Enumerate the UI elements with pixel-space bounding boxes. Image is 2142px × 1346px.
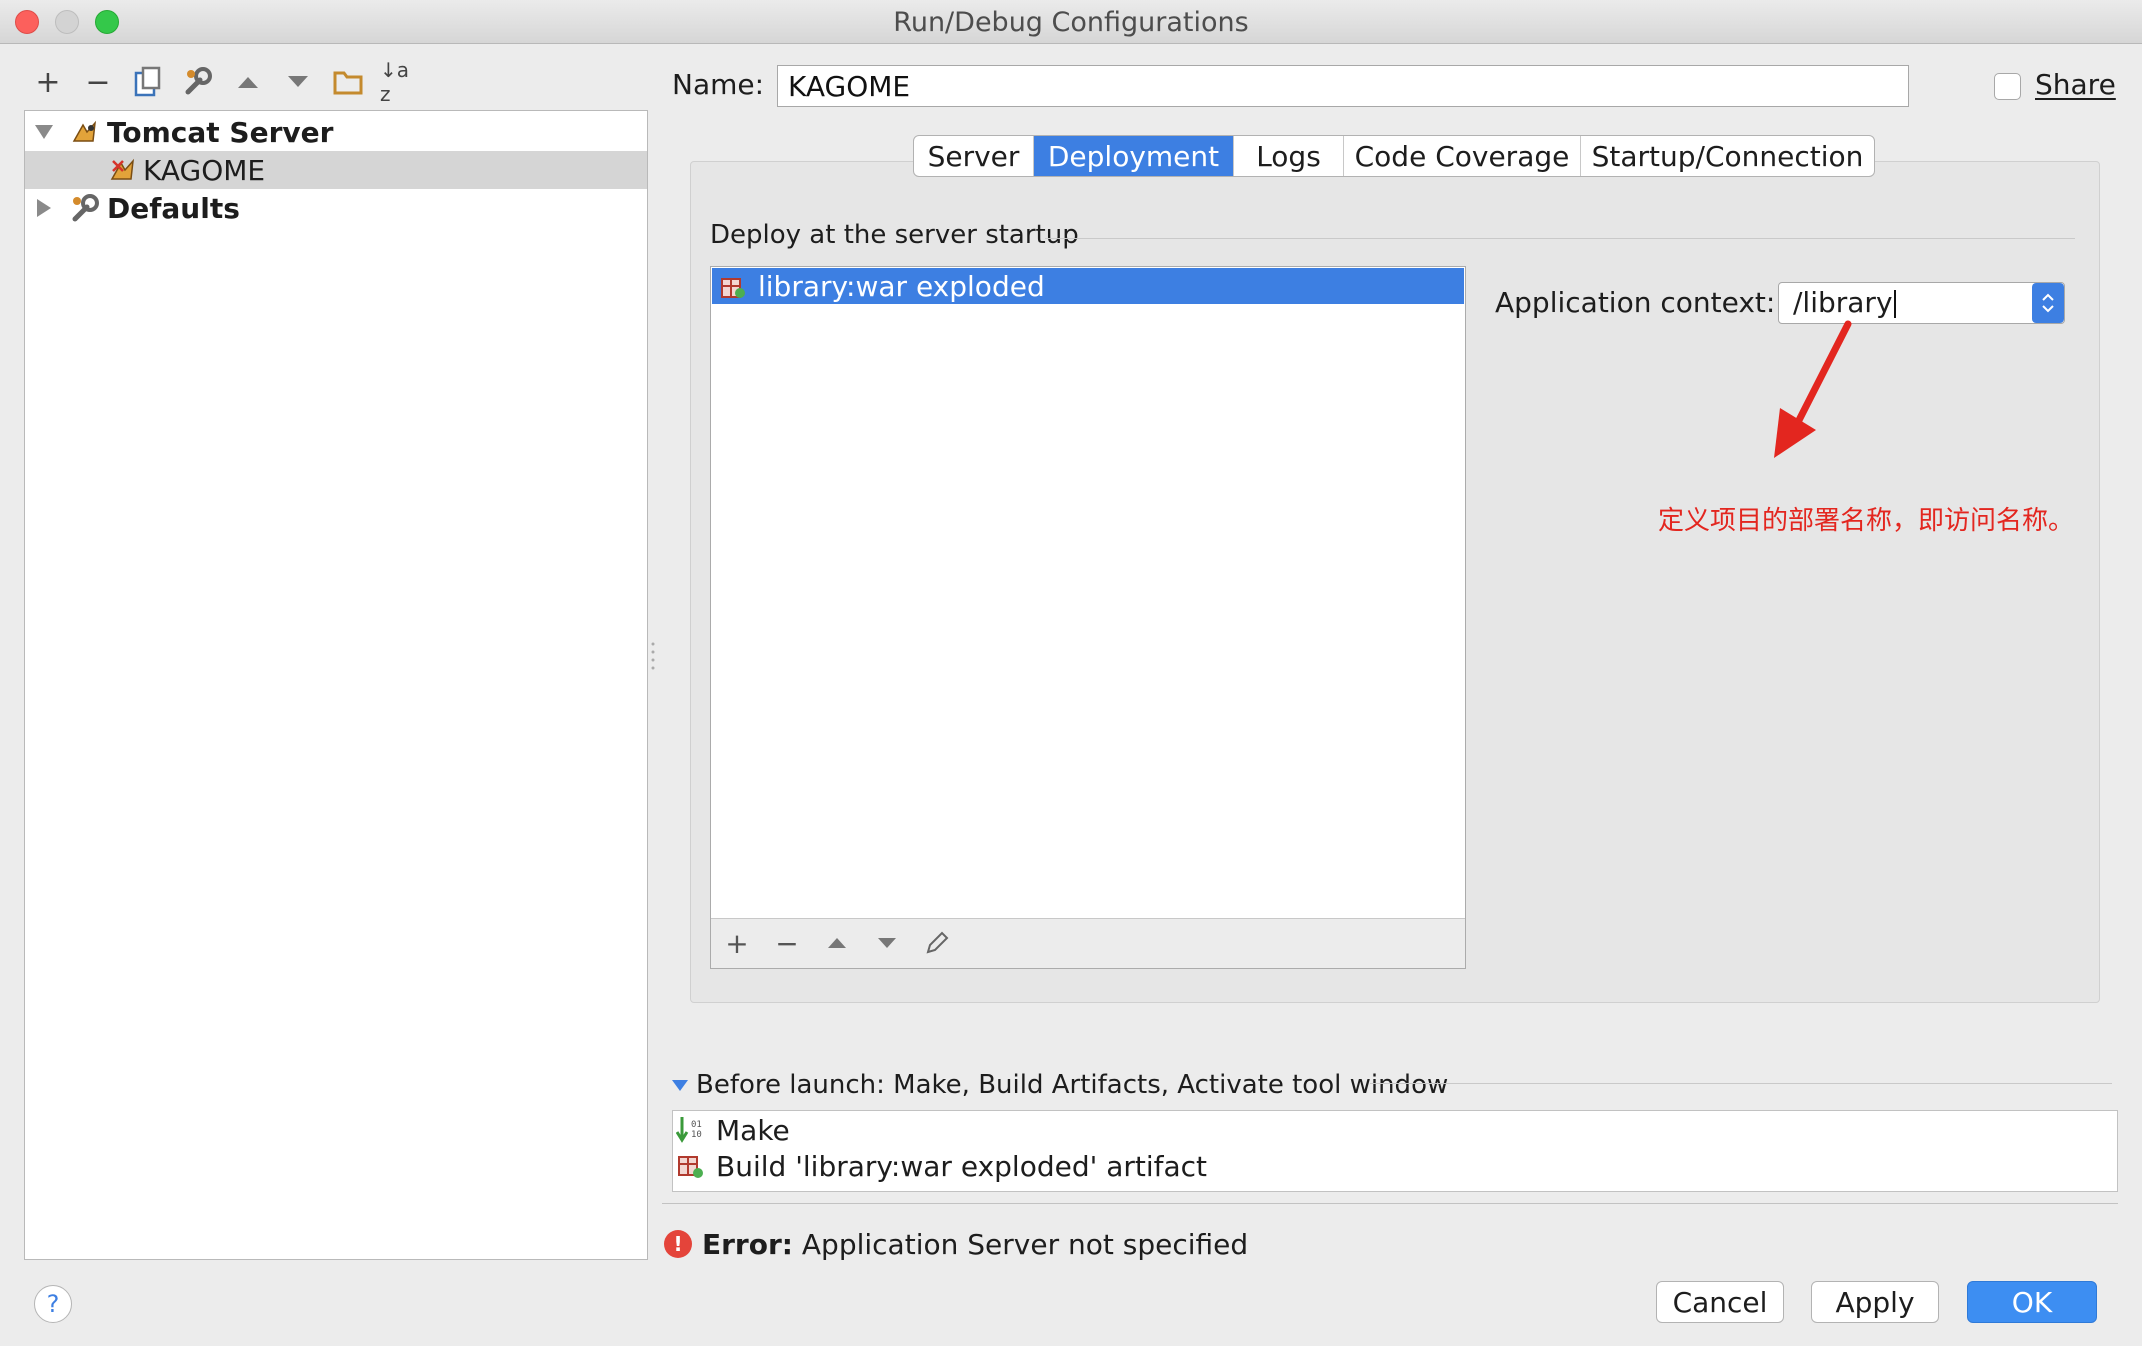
artifact-icon xyxy=(721,278,745,298)
tab-server[interactable]: Server xyxy=(914,136,1034,176)
move-up-button[interactable] xyxy=(230,64,266,100)
add-icon: + xyxy=(35,64,61,100)
wrench-icon xyxy=(185,67,212,95)
application-context-value: /library xyxy=(1793,286,1893,319)
move-down-icon xyxy=(288,76,308,87)
share-checkbox[interactable] xyxy=(1994,73,2021,100)
error-message: Error: Application Server not specified xyxy=(702,1228,1249,1261)
move-up-icon xyxy=(238,77,258,88)
edit-artifact-button[interactable] xyxy=(920,926,954,960)
copy-configuration-button[interactable] xyxy=(130,64,166,100)
name-label: Name: xyxy=(672,68,765,101)
share-label[interactable]: Share xyxy=(2035,68,2116,101)
artifact-icon xyxy=(678,1156,703,1178)
list-item-label: Build 'library:war exploded' artifact xyxy=(716,1149,1208,1183)
list-item[interactable]: 01 10 Make xyxy=(676,1112,790,1148)
combobox-dropdown-button[interactable] xyxy=(2032,283,2064,323)
expand-arrow-icon[interactable] xyxy=(35,125,53,139)
list-item[interactable]: library:war exploded xyxy=(712,268,1464,304)
edit-defaults-button[interactable] xyxy=(180,64,216,100)
title-bar: Run/Debug Configurations xyxy=(0,0,2142,44)
add-configuration-button[interactable]: + xyxy=(30,64,66,100)
list-item-label: library:war exploded xyxy=(758,269,1045,303)
pencil-icon xyxy=(926,931,949,954)
tomcat-config-icon xyxy=(110,158,135,180)
tree-item-defaults[interactable]: Defaults xyxy=(25,189,647,227)
svg-text:10: 10 xyxy=(691,1130,702,1140)
tree-item-label: Tomcat Server xyxy=(107,115,334,149)
divider xyxy=(662,1203,2118,1204)
folder-button[interactable] xyxy=(330,64,366,100)
remove-configuration-button[interactable]: − xyxy=(80,64,116,100)
list-item-label: Make xyxy=(716,1113,790,1147)
add-artifact-button[interactable]: + xyxy=(720,926,754,960)
tab-bar: Server Deployment Logs Code Coverage Sta… xyxy=(913,135,1875,177)
collapse-arrow-icon[interactable] xyxy=(37,199,51,217)
make-icon: 0110 xyxy=(676,1117,702,1143)
group-divider xyxy=(1045,238,2075,239)
move-up-icon xyxy=(828,938,846,948)
tree-item-kagome[interactable]: KAGOME xyxy=(25,151,647,189)
chevron-updown-icon xyxy=(2042,293,2054,313)
deploy-group-title: Deploy at the server startup xyxy=(710,220,1079,250)
tab-startup-connection[interactable]: Startup/Connection xyxy=(1581,136,1874,176)
help-button[interactable]: ? xyxy=(34,1285,72,1323)
window-title: Run/Debug Configurations xyxy=(893,7,1249,38)
sort-icon: ↓a z xyxy=(380,58,410,106)
configuration-tree[interactable]: Tomcat Server KAGOME Defaults xyxy=(24,110,648,1260)
move-down-icon xyxy=(878,938,896,948)
before-launch-toggle-icon[interactable] xyxy=(672,1080,688,1091)
move-down-button[interactable] xyxy=(280,64,316,100)
svg-text:01: 01 xyxy=(691,1120,702,1130)
text-cursor xyxy=(1893,290,1896,318)
list-item[interactable]: Build 'library:war exploded' artifact xyxy=(676,1148,1207,1184)
remove-artifact-button[interactable]: − xyxy=(770,926,804,960)
tree-item-tomcat-server[interactable]: Tomcat Server xyxy=(25,113,647,151)
move-artifact-down-button[interactable] xyxy=(870,926,904,960)
defaults-wrench-icon xyxy=(72,194,99,222)
before-launch-divider xyxy=(1370,1083,2112,1084)
tree-item-label: Defaults xyxy=(107,191,240,225)
tomcat-icon xyxy=(72,120,97,142)
deploy-artifact-list[interactable]: library:war exploded xyxy=(710,266,1466,969)
apply-button[interactable]: Apply xyxy=(1811,1281,1939,1323)
tree-item-label: KAGOME xyxy=(143,153,266,187)
tab-logs[interactable]: Logs xyxy=(1234,136,1344,176)
annotation-arrow-icon xyxy=(1774,320,1852,458)
add-icon: + xyxy=(725,926,749,960)
error-icon: ! xyxy=(664,1230,692,1258)
tab-code-coverage[interactable]: Code Coverage xyxy=(1344,136,1581,176)
copy-icon xyxy=(134,66,161,97)
folder-icon xyxy=(333,71,363,95)
annotation-text: 定义项目的部署名称，即访问名称。 xyxy=(1658,506,2075,536)
remove-icon: − xyxy=(775,926,799,960)
splitter-handle[interactable] xyxy=(650,640,656,672)
before-launch-title[interactable]: Before launch: Make, Build Artifacts, Ac… xyxy=(696,1070,1448,1100)
cancel-button[interactable]: Cancel xyxy=(1656,1281,1784,1323)
application-context-label: Application context: xyxy=(1495,286,1776,319)
ok-button[interactable]: OK xyxy=(1967,1281,2097,1323)
sort-button[interactable]: ↓a z xyxy=(380,58,416,106)
move-artifact-up-button[interactable] xyxy=(820,926,854,960)
remove-icon: − xyxy=(85,64,111,100)
name-input[interactable] xyxy=(777,65,1909,107)
tab-deployment[interactable]: Deployment xyxy=(1034,136,1234,176)
